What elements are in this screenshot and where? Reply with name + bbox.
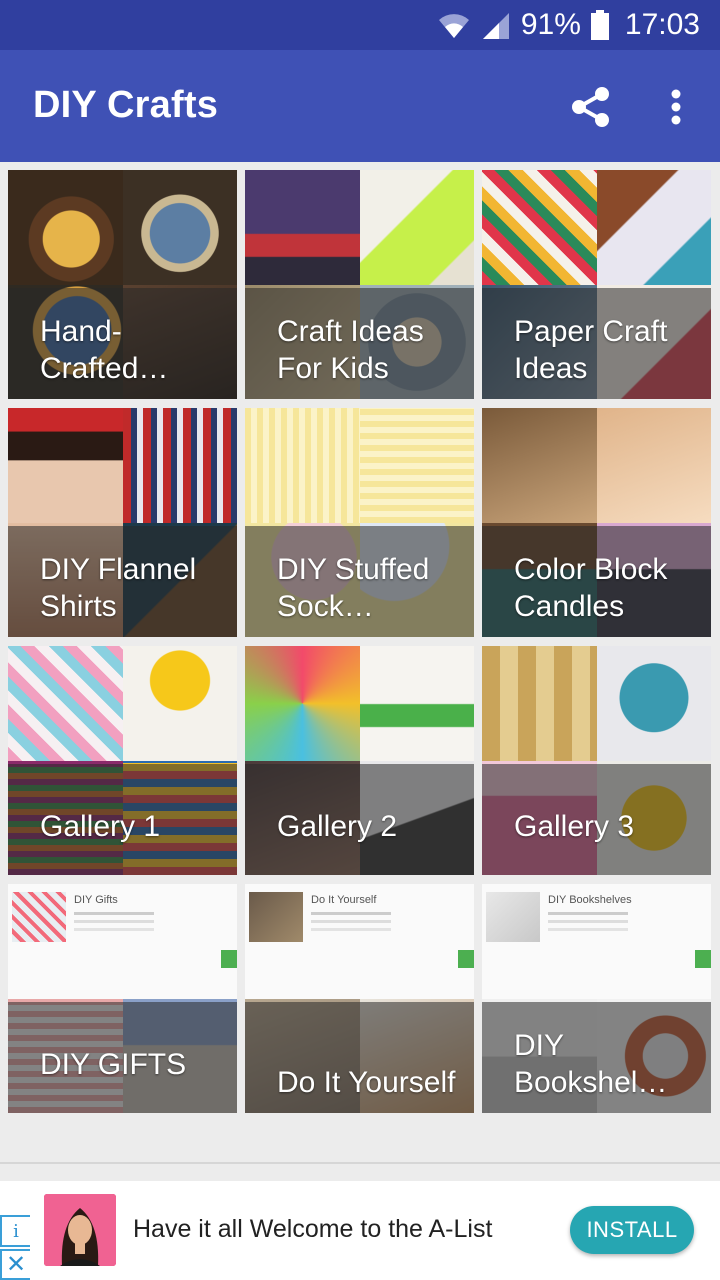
tile-gallery-3[interactable]: Gallery 3 xyxy=(482,646,711,875)
app-listing-screenshot: Do It Yourself xyxy=(245,884,474,999)
ad-app-icon xyxy=(44,1194,116,1266)
ad-info-icon[interactable]: i xyxy=(0,1215,30,1247)
avatar-illustration-icon xyxy=(44,1194,116,1266)
more-vert-icon xyxy=(671,89,681,125)
tile-label: DIY Bookshel… xyxy=(514,1029,668,1099)
listing-title: DIY Gifts xyxy=(74,894,118,906)
listing-title: Do It Yourself xyxy=(311,894,377,906)
tile-color-block-candles[interactable]: Color Block Candles xyxy=(482,408,711,637)
status-bar: 91% 17:03 xyxy=(0,0,720,50)
ad-text: Have it all Welcome to the A-List xyxy=(133,1215,493,1243)
app-listing-screenshot: DIY Bookshelves xyxy=(482,884,711,999)
tile-gallery-2[interactable]: Gallery 2 xyxy=(245,646,474,875)
tile-image xyxy=(8,170,123,285)
tile-diy-bookshelves[interactable]: DIY Bookshelves DIY Bookshel… xyxy=(482,884,711,1113)
listing-title: DIY Bookshelves xyxy=(548,894,632,906)
battery-percent: 91% xyxy=(520,8,581,41)
tile-label: Paper Craft Ideas xyxy=(514,315,668,385)
install-button[interactable]: INSTALL xyxy=(570,1206,694,1254)
wifi-icon xyxy=(438,14,469,38)
app-listing-screenshot: DIY Gifts xyxy=(8,884,237,999)
share-icon xyxy=(572,87,609,127)
tile-label: Do It Yourself xyxy=(277,1066,456,1099)
tile-label: Gallery 3 xyxy=(514,810,635,843)
tile-craft-ideas-for-kids[interactable]: Craft Ideas For Kids xyxy=(245,170,474,399)
ad-close-icon[interactable]: ✕ xyxy=(0,1249,30,1280)
tile-label: DIY GIFTS xyxy=(40,1048,187,1081)
app-bar: DIY Crafts xyxy=(0,50,720,162)
tile-label: Gallery 2 xyxy=(277,810,398,843)
tile-label: Craft Ideas For Kids xyxy=(277,315,424,385)
app-title: DIY Crafts xyxy=(33,84,219,126)
tile-diy-stuffed-sock[interactable]: DIY Stuffed Sock… xyxy=(245,408,474,637)
more-options-button[interactable] xyxy=(656,82,696,132)
tile-paper-craft-ideas[interactable]: Paper Craft Ideas xyxy=(482,170,711,399)
tile-label: DIY Flannel Shirts xyxy=(40,553,197,623)
tile-hand-crafted[interactable]: Hand- Crafted… xyxy=(8,170,237,399)
tile-diy-gifts[interactable]: DIY Gifts DIY GIFTS xyxy=(8,884,237,1113)
tile-diy-flannel-shirts[interactable]: DIY Flannel Shirts xyxy=(8,408,237,637)
clock: 17:03 xyxy=(624,8,700,41)
ad-banner[interactable]: i ✕ Have it all Welcome to the A-List IN… xyxy=(0,1181,720,1280)
tile-label: Gallery 1 xyxy=(40,810,161,843)
tile-label: Color Block Candles xyxy=(514,553,668,623)
ad-divider xyxy=(0,1162,720,1164)
share-button[interactable] xyxy=(566,82,616,132)
tile-label: DIY Stuffed Sock… xyxy=(277,553,430,623)
battery-icon xyxy=(590,10,609,40)
tile-gallery-1[interactable]: Gallery 1 xyxy=(8,646,237,875)
tile-label: Hand- Crafted… xyxy=(40,315,169,385)
tile-do-it-yourself[interactable]: Do It Yourself Do It Yourself xyxy=(245,884,474,1113)
signal-icon xyxy=(482,13,509,39)
